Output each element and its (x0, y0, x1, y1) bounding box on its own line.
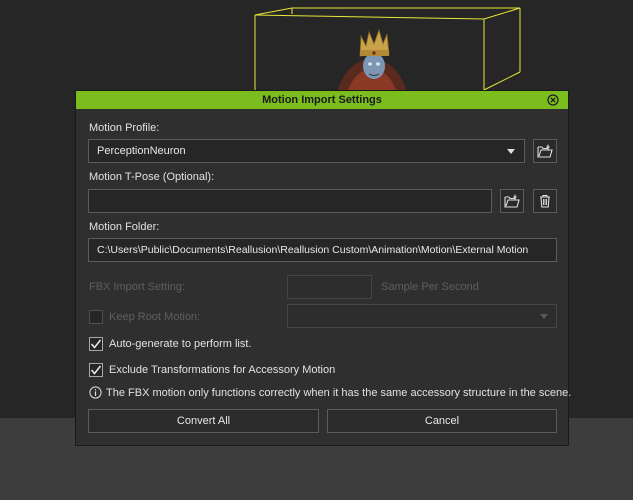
dialog-titlebar[interactable]: Motion Import Settings (76, 91, 568, 109)
dialog-title: Motion Import Settings (262, 94, 382, 106)
close-circle-icon (547, 94, 559, 106)
motion-profile-dropdown[interactable]: PerceptionNeuron (88, 139, 525, 163)
motion-folder-label: Motion Folder: (89, 221, 160, 233)
sample-per-second-label: Sample Per Second (381, 281, 479, 293)
tpose-delete-button[interactable] (533, 189, 557, 213)
tpose-input[interactable] (88, 189, 492, 213)
exclude-transformations-checkbox[interactable] (89, 363, 103, 377)
tpose-browse-button[interactable] (500, 189, 524, 213)
motion-import-settings-dialog: Motion Import Settings Motion Profile: P… (75, 90, 571, 446)
trash-icon (540, 194, 550, 208)
fbx-sample-rate-input[interactable] (287, 275, 372, 299)
info-message: The FBX motion only functions correctly … (89, 386, 571, 399)
auto-generate-checkbox[interactable] (89, 337, 103, 351)
close-button[interactable] (546, 93, 560, 107)
keep-root-motion-checkbox[interactable] (89, 310, 103, 324)
folder-open-icon (504, 194, 520, 208)
checkmark-icon (90, 339, 102, 349)
chevron-down-icon (540, 314, 548, 319)
auto-generate-label: Auto-generate to perform list. (109, 338, 252, 350)
character-figure (338, 28, 406, 90)
motion-folder-input[interactable]: C:\Users\Public\Documents\Reallusion\Rea… (88, 238, 557, 262)
convert-all-button[interactable]: Convert All (88, 409, 319, 433)
motion-profile-label: Motion Profile: (89, 122, 160, 134)
info-icon (89, 386, 102, 399)
motion-profile-browse-button[interactable] (533, 139, 557, 163)
checkmark-icon (90, 365, 102, 375)
folder-open-icon (537, 144, 553, 158)
motion-folder-value: C:\Users\Public\Documents\Reallusion\Rea… (97, 244, 529, 256)
cancel-button[interactable]: Cancel (327, 409, 557, 433)
motion-profile-value: PerceptionNeuron (97, 145, 186, 157)
exclude-transformations-label: Exclude Transformations for Accessory Mo… (109, 364, 336, 376)
chevron-down-icon (507, 149, 515, 154)
keep-root-motion-dropdown[interactable] (287, 304, 557, 328)
info-text: The FBX motion only functions correctly … (106, 386, 572, 399)
tpose-label: Motion T-Pose (Optional): (89, 171, 215, 183)
fbx-import-label: FBX Import Setting: (89, 281, 185, 293)
keep-root-motion-label: Keep Root Motion: (109, 311, 201, 323)
